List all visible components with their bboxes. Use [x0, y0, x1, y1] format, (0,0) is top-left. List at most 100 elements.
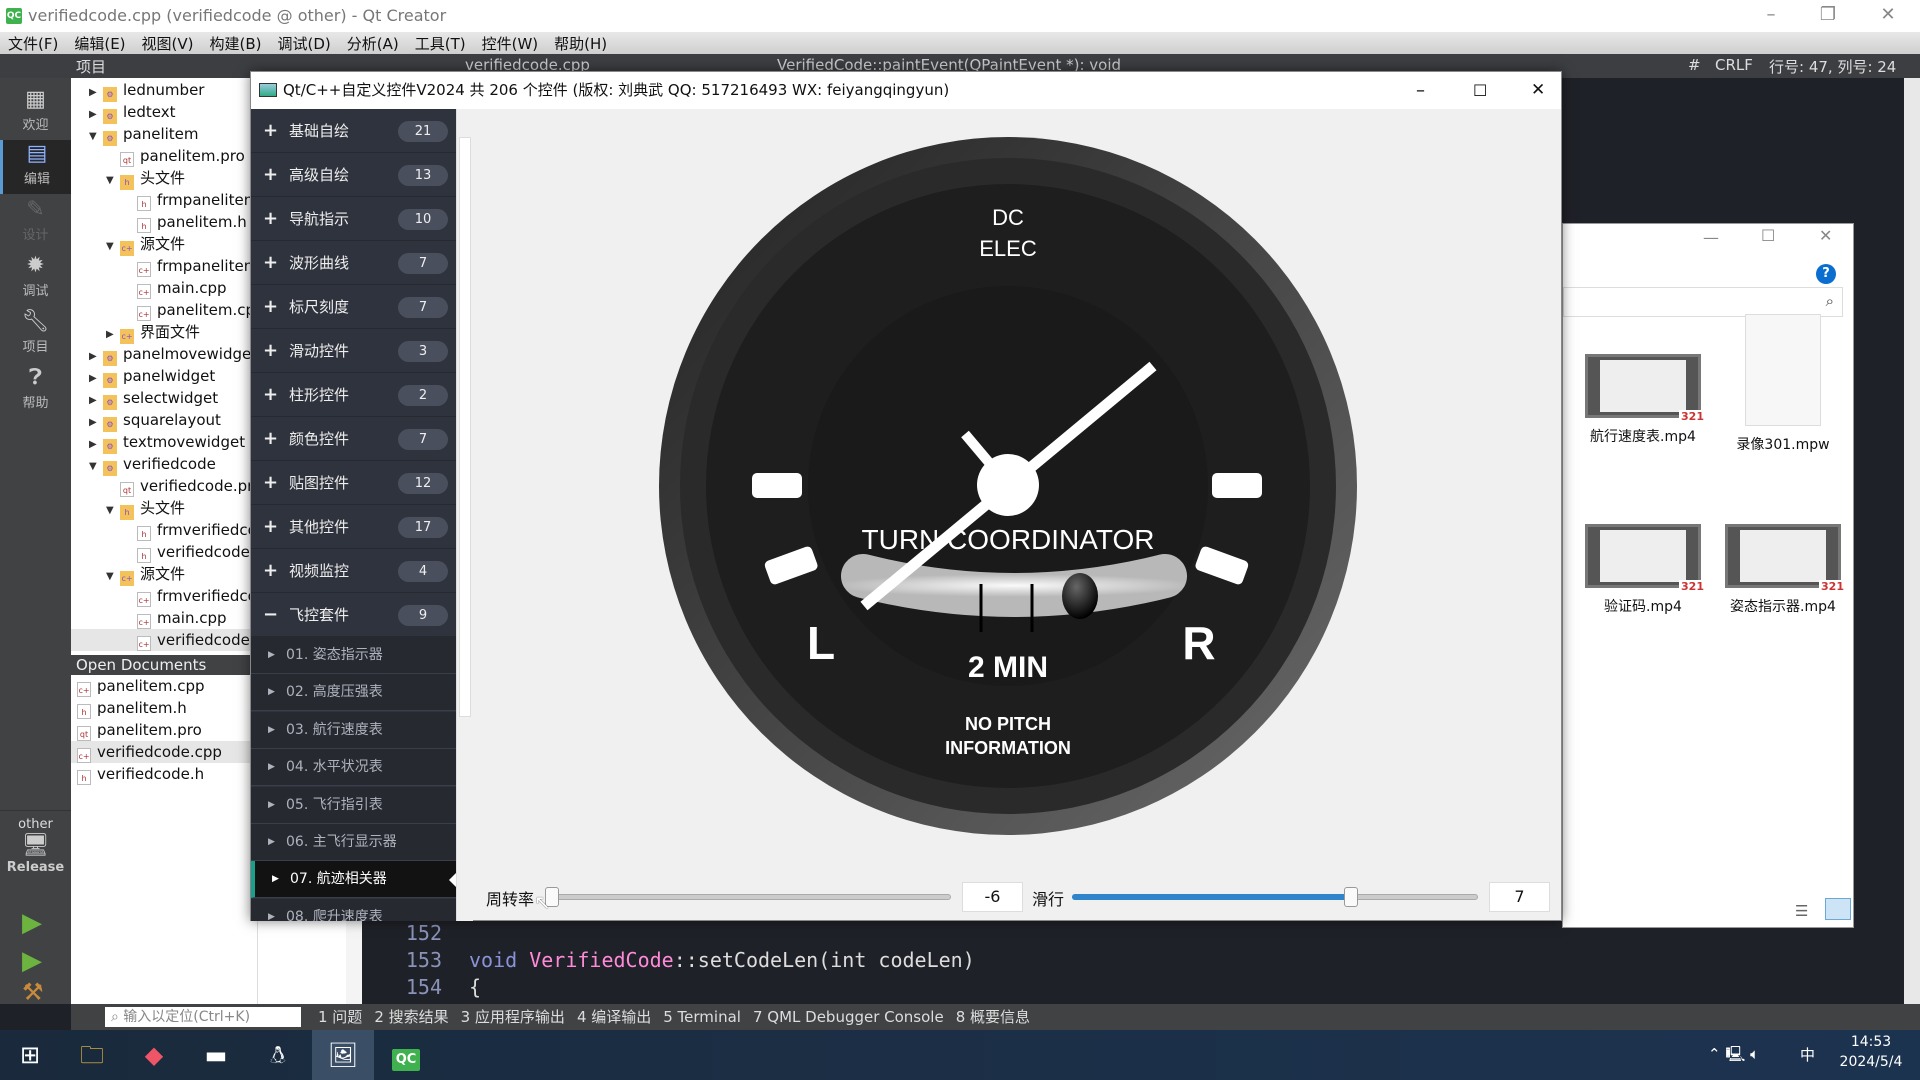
nav-scrollbar-thumb[interactable]	[459, 137, 471, 717]
tree-item[interactable]: ▼ h 头文件	[71, 167, 257, 190]
details-view-icon[interactable]: ☰	[1795, 902, 1808, 920]
restore-button[interactable]: ❐	[1800, 0, 1856, 32]
tree-item[interactable]: ▶ ⚙ panelwidget	[71, 365, 257, 388]
mode-welcome[interactable]: ▦ 欢迎	[0, 86, 71, 140]
nav-category[interactable]: + 柱形控件 2	[251, 373, 456, 417]
git-icon[interactable]: ◆	[124, 1030, 184, 1080]
windows-start-icon[interactable]: ⊞	[0, 1030, 60, 1080]
tree-item[interactable]: ▼ c+ 源文件	[71, 233, 257, 256]
line-ending-selector[interactable]: CRLF	[1715, 56, 1753, 74]
tree-item[interactable]: c+ frmverifiedcode.cpp	[71, 585, 257, 607]
nav-category[interactable]: + 基础自绘 21	[251, 109, 456, 153]
output-tab[interactable]: 1 问题	[318, 1004, 362, 1030]
nav-subitem[interactable]: ▶ 07. 航迹相关器	[251, 861, 456, 899]
menu-analyze[interactable]: 分析(A)	[339, 32, 407, 54]
qq-icon[interactable]: 🐧︎	[248, 1030, 308, 1080]
menu-widgets[interactable]: 控件(W)	[474, 32, 547, 54]
tree-item[interactable]: c+ main.cpp	[71, 607, 257, 629]
file-item[interactable]: 321 姿态指示器.mp4	[1718, 524, 1848, 616]
tree-item[interactable]: ▶ ⚙ panelmovewidget	[71, 343, 257, 366]
menu-debug[interactable]: 调试(D)	[270, 32, 339, 54]
tree-item[interactable]: c+ main.cpp	[71, 277, 257, 299]
qt-creator-icon[interactable]: QC	[376, 1030, 436, 1080]
tree-item[interactable]: qt panelitem.pro	[71, 145, 257, 167]
tree-item[interactable]: h verifiedcode.h	[71, 541, 257, 563]
file-explorer-icon[interactable]: 🗀︎	[62, 1030, 122, 1080]
tree-item[interactable]: ▶ ⚙ squarelayout	[71, 409, 257, 432]
explorer-search-box[interactable]: ⌕	[1563, 287, 1843, 317]
open-document-item[interactable]: qt panelitem.pro	[71, 719, 257, 741]
tree-item[interactable]: c+ panelitem.cpp	[71, 299, 257, 321]
explorer-maximize-button[interactable]: ☐	[1761, 226, 1775, 245]
run-button[interactable]: ▶	[22, 908, 42, 938]
open-document-item[interactable]: h panelitem.h	[71, 697, 257, 719]
tree-item[interactable]: ▶ ⚙ lednumber	[71, 79, 257, 102]
output-tab[interactable]: 2 搜索结果	[374, 1004, 448, 1030]
file-item[interactable]: 录像301.mpw	[1718, 314, 1848, 454]
file-item[interactable]: 321 验证码.mp4	[1578, 524, 1708, 616]
nav-subitem[interactable]: ▶ 03. 航行速度表	[251, 711, 456, 749]
menu-build[interactable]: 构建(B)	[202, 32, 270, 54]
explorer-minimize-button[interactable]: —	[1703, 228, 1719, 247]
open-document-item[interactable]: h verifiedcode.h	[71, 763, 257, 785]
debug-run-button[interactable]: ▶	[22, 946, 42, 976]
nav-subitem[interactable]: ▶ 08. 爬升速度表	[251, 898, 456, 921]
ime-indicator[interactable]: 中	[1800, 1044, 1815, 1065]
terminal-icon[interactable]: ▬	[186, 1030, 246, 1080]
kit-selector[interactable]: other 🖥︎ Release	[0, 810, 71, 890]
nav-category[interactable]: + 其他控件 17	[251, 505, 456, 549]
tree-item[interactable]: ▼ ⚙ panelitem	[71, 123, 257, 146]
mode-projects[interactable]: 🔧︎ 项目	[0, 308, 71, 362]
tree-item[interactable]: ▶ ⚙ ledtext	[71, 101, 257, 124]
tray-icons[interactable]: ⌃ 🖳︎ 🔈︎	[1708, 1044, 1759, 1069]
tree-item[interactable]: ▶ c+ 界面文件	[71, 321, 257, 344]
tree-item[interactable]: c+ frmpanelitem.cpp	[71, 255, 257, 277]
output-tab[interactable]: 5 Terminal	[663, 1004, 741, 1030]
minimize-button[interactable]: –	[1743, 0, 1799, 32]
code-editor[interactable]: void VerifiedCode::setCodeLen(int codeLe…	[469, 921, 1899, 1004]
turn-rate-slider[interactable]	[545, 877, 953, 917]
menu-view[interactable]: 视图(V)	[134, 32, 202, 54]
slip-slider[interactable]	[1072, 877, 1480, 917]
tree-item[interactable]: ▼ c+ 源文件	[71, 563, 257, 586]
tree-item[interactable]: h frmpanelitem.h	[71, 189, 257, 211]
nav-category[interactable]: + 导航指示 10	[251, 197, 456, 241]
output-tab[interactable]: 4 编译输出	[577, 1004, 651, 1030]
editor-scrollbar[interactable]	[1904, 78, 1920, 1004]
output-tab[interactable]: 8 概要信息	[956, 1004, 1030, 1030]
tree-item[interactable]: ▼ ⚙ verifiedcode	[71, 453, 257, 476]
slip-slider-handle[interactable]	[1343, 887, 1358, 907]
output-tab[interactable]: 7 QML Debugger Console	[753, 1004, 944, 1030]
nav-subitem[interactable]: ▶ 01. 姿态指示器	[251, 637, 456, 674]
open-document-item[interactable]: c+ verifiedcode.cpp	[71, 741, 257, 763]
nav-category[interactable]: − 飞控套件 9	[251, 593, 456, 637]
open-document-item[interactable]: c+ panelitem.cpp	[71, 675, 257, 697]
mode-edit[interactable]: ▤ 编辑	[0, 140, 71, 194]
nav-scrollbar[interactable]	[456, 109, 473, 921]
nav-subitem[interactable]: ▶ 05. 飞行指引表	[251, 786, 456, 824]
large-icons-view-icon[interactable]	[1825, 898, 1851, 920]
locator-input[interactable]: ⌕ 输入以定位(Ctrl+K)	[105, 1007, 301, 1027]
explorer-close-button[interactable]: ✕	[1819, 226, 1832, 245]
tree-item[interactable]: c+ verifiedcode.cpp	[71, 629, 257, 651]
nav-category[interactable]: + 高级自绘 13	[251, 153, 456, 197]
nav-category[interactable]: + 滑动控件 3	[251, 329, 456, 373]
demo-close-button[interactable]: ✕	[1531, 72, 1545, 109]
help-icon[interactable]: ?	[1816, 264, 1836, 284]
tree-item[interactable]: ▶ ⚙ textmovewidget	[71, 431, 257, 454]
tree-item[interactable]: h panelitem.h	[71, 211, 257, 233]
close-button[interactable]: ✕	[1860, 0, 1916, 32]
menu-edit[interactable]: 编辑(E)	[66, 32, 133, 54]
nav-category[interactable]: + 标尺刻度 7	[251, 285, 456, 329]
mode-debug[interactable]: ✹ 调试	[0, 252, 71, 306]
nav-subitem[interactable]: ▶ 02. 高度压强表	[251, 674, 456, 712]
menu-help[interactable]: 帮助(H)	[546, 32, 615, 54]
demo-maximize-button[interactable]: ☐	[1473, 72, 1487, 109]
tree-item[interactable]: ▶ ⚙ selectwidget	[71, 387, 257, 410]
cursor-position[interactable]: 行号: 47, 列号: 24	[1769, 56, 1896, 77]
output-tab[interactable]: 3 应用程序输出	[461, 1004, 565, 1030]
nav-subitem[interactable]: ▶ 04. 水平状况表	[251, 749, 456, 787]
menu-file[interactable]: 文件(F)	[0, 32, 66, 54]
file-item[interactable]: 321 航行速度表.mp4	[1578, 354, 1708, 446]
nav-category[interactable]: + 颜色控件 7	[251, 417, 456, 461]
